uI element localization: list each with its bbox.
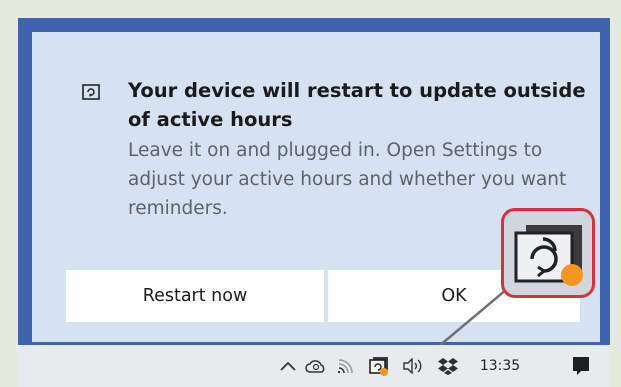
windows-update-pending-icon xyxy=(514,225,583,286)
update-icon-callout xyxy=(501,208,595,298)
clock-time: 13:35 xyxy=(479,358,521,374)
windows-update-icon xyxy=(369,357,388,376)
windows-update-tray-button[interactable] xyxy=(364,345,394,387)
show-hidden-icons-button[interactable] xyxy=(276,345,300,387)
action-center-button[interactable] xyxy=(566,345,596,387)
dropbox-tray-button[interactable] xyxy=(434,345,462,387)
onedrive-icon xyxy=(305,360,325,373)
chevron-up-icon xyxy=(280,361,296,371)
network-tray-button[interactable] xyxy=(332,345,360,387)
volume-icon xyxy=(403,358,422,374)
callout-leader-line xyxy=(428,283,514,356)
notification-icon xyxy=(573,357,589,375)
onedrive-tray-button[interactable] xyxy=(302,345,330,387)
dropbox-icon xyxy=(438,358,458,375)
network-icon xyxy=(338,359,353,374)
volume-tray-button[interactable] xyxy=(398,345,428,387)
taskbar: 13:35 xyxy=(18,345,610,387)
clock[interactable]: 13:35 xyxy=(472,345,528,387)
